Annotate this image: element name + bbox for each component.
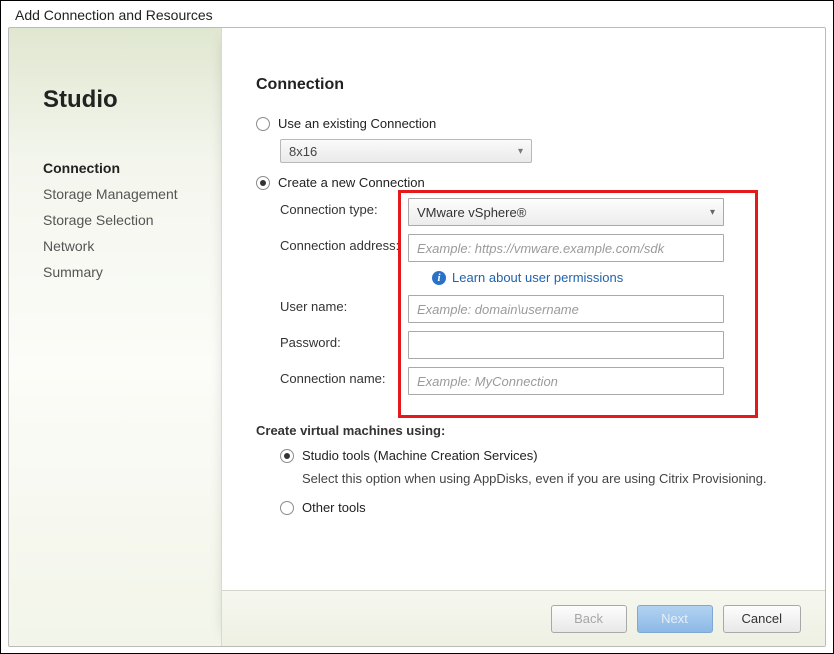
connection-name-input[interactable] [408, 367, 724, 395]
connection-type-dropdown[interactable]: VMware vSphere® ▾ [408, 198, 724, 226]
next-button[interactable]: Next [637, 605, 713, 633]
connection-type-value: VMware vSphere® [417, 205, 526, 220]
back-button[interactable]: Back [551, 605, 627, 633]
radio-other-tools[interactable]: Other tools [280, 500, 797, 515]
sidebar-item-storage-management[interactable]: Storage Management [43, 186, 221, 202]
cancel-button[interactable]: Cancel [723, 605, 801, 633]
radio-create-new-label: Create a new Connection [278, 175, 425, 190]
sidebar-item-connection[interactable]: Connection [43, 160, 221, 176]
permissions-hint: i Learn about user permissions [432, 270, 797, 285]
panel-heading: Connection [256, 76, 797, 94]
existing-connection-dropdown[interactable]: 8x16 ▾ [280, 139, 532, 163]
radio-use-existing[interactable]: Use an existing Connection [256, 116, 797, 131]
connection-name-label: Connection name: [280, 367, 408, 386]
radio-icon [280, 449, 294, 463]
connection-address-input[interactable] [408, 234, 724, 262]
radio-create-new[interactable]: Create a new Connection [256, 175, 797, 190]
radio-icon [280, 501, 294, 515]
sidebar-item-network[interactable]: Network [43, 238, 221, 254]
studio-tools-label: Studio tools (Machine Creation Services) [302, 448, 538, 463]
permissions-link[interactable]: Learn about user permissions [452, 270, 623, 285]
window-titlebar: Add Connection and Resources [1, 1, 833, 27]
connection-type-label: Connection type: [280, 198, 408, 217]
existing-connection-value: 8x16 [289, 144, 317, 159]
chevron-down-icon: ▾ [710, 207, 715, 218]
radio-studio-tools[interactable]: Studio tools (Machine Creation Services) [280, 448, 797, 463]
radio-icon [256, 176, 270, 190]
chevron-down-icon: ▾ [518, 146, 523, 157]
username-input[interactable] [408, 295, 724, 323]
wizard-body: Studio Connection Storage Management Sto… [8, 27, 826, 647]
info-icon: i [432, 271, 446, 285]
new-connection-form: Connection type: VMware vSphere® ▾ Conne… [256, 198, 797, 395]
username-label: User name: [280, 295, 408, 314]
wizard-footer: Back Next Cancel [222, 590, 825, 646]
radio-icon [256, 117, 270, 131]
radio-use-existing-label: Use an existing Connection [278, 116, 436, 131]
wizard-sidebar: Studio Connection Storage Management Sto… [9, 28, 221, 646]
app-brand: Studio [43, 86, 221, 114]
sidebar-item-storage-selection[interactable]: Storage Selection [43, 212, 221, 228]
create-vm-label: Create virtual machines using: [256, 423, 797, 438]
password-input[interactable] [408, 331, 724, 359]
studio-tools-desc: Select this option when using AppDisks, … [302, 471, 797, 486]
connection-address-label: Connection address: [280, 234, 408, 253]
sidebar-item-summary[interactable]: Summary [43, 264, 221, 280]
password-label: Password: [280, 331, 408, 350]
window-title: Add Connection and Resources [15, 7, 213, 23]
wizard-panel: Connection Use an existing Connection 8x… [221, 28, 825, 646]
other-tools-label: Other tools [302, 500, 366, 515]
